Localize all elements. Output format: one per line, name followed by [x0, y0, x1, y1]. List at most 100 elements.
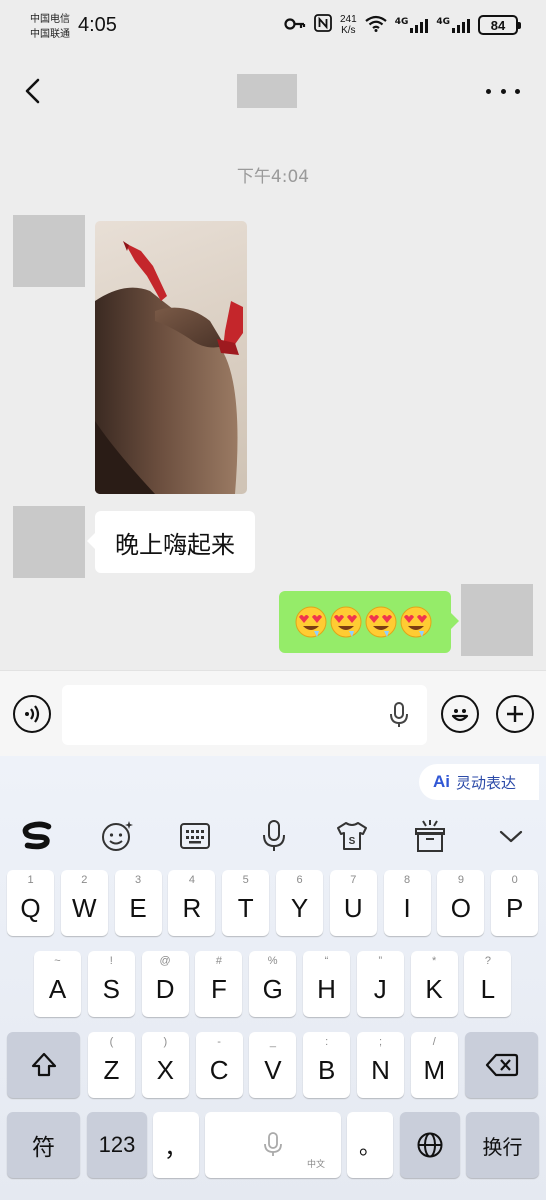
enter-key[interactable]: 换行 [466, 1112, 539, 1178]
key-hint: ” [378, 955, 383, 967]
key-l[interactable]: ? L [464, 951, 512, 1017]
numbers-key[interactable]: 123 [87, 1112, 147, 1178]
key-hint: - [217, 1036, 221, 1048]
key-v[interactable]: _ V [249, 1032, 297, 1098]
key-c[interactable]: -C [195, 1032, 243, 1098]
more-options-button[interactable] [486, 80, 520, 102]
key-label: W [72, 892, 97, 923]
voice-mode-icon [25, 705, 40, 723]
tshirt-skin-icon[interactable]: S [334, 818, 370, 854]
ai-chip-label: 灵动表达 [456, 773, 517, 792]
key-label: P [506, 892, 524, 923]
key-g[interactable]: % G [249, 951, 297, 1017]
key-a[interactable]: ~ A [34, 951, 81, 1017]
key-r[interactable]: 4R [168, 870, 216, 936]
key-hint: 1 [27, 874, 34, 886]
key-s[interactable]: ! S [87, 951, 135, 1017]
status-icons: 241 K/s 4G 4G 84 [284, 14, 521, 36]
key-w[interactable]: 2W [60, 870, 108, 936]
voice-input-button[interactable] [388, 701, 410, 729]
globe-icon [417, 1132, 443, 1158]
key-b[interactable]: :B [303, 1032, 351, 1098]
key-x[interactable]: ) X [141, 1032, 189, 1098]
period-key[interactable]: 。 [347, 1112, 393, 1178]
key-i[interactable]: 8I [383, 870, 431, 936]
key-u[interactable]: 7U [329, 870, 377, 936]
key-label: N [371, 1054, 390, 1085]
key-label: I [403, 892, 411, 923]
voice-mode-button[interactable] [13, 695, 51, 733]
emoji-icon [451, 709, 469, 722]
back-button[interactable] [18, 72, 52, 110]
wifi-icon [365, 15, 387, 36]
key-label: K [425, 973, 443, 1004]
ai-logo-icon: Ai [433, 772, 450, 791]
s-logo-icon[interactable] [20, 818, 56, 854]
key-k[interactable]: * K [410, 951, 458, 1017]
backspace-key[interactable] [465, 1032, 538, 1098]
key-hint: 0 [511, 874, 518, 886]
message-list[interactable]: 下午4:04 晚上嗨起来 [0, 128, 546, 670]
key-label: Z [103, 1054, 120, 1085]
message-timestamp: 下午4:04 [236, 167, 310, 187]
key-t[interactable]: 5T [222, 870, 270, 936]
more-horizontal-icon [486, 88, 491, 94]
emoji-sparkle-icon[interactable] [99, 818, 135, 854]
avatar[interactable] [13, 215, 85, 287]
shift-key[interactable] [7, 1032, 80, 1098]
nfc-icon [314, 14, 332, 36]
key-hint: 6 [296, 874, 303, 886]
key-o[interactable]: 9O [437, 870, 485, 936]
avatar[interactable] [13, 506, 85, 578]
key-hint: / [432, 1036, 436, 1048]
key-hint: @ [159, 955, 171, 967]
keyboard-toolbar: S [0, 814, 546, 858]
key-f[interactable]: # F [195, 951, 243, 1017]
key-hint: : [325, 1036, 329, 1048]
key-hint: # [215, 955, 222, 967]
signal-sim1-icon: 4G [395, 17, 429, 33]
incoming-text-message[interactable]: 晚上嗨起来 [87, 511, 255, 573]
key-hint: % [267, 955, 278, 967]
key-j[interactable]: ” J [356, 951, 404, 1017]
key-m[interactable]: / M [410, 1032, 458, 1098]
microphone-icon[interactable] [256, 818, 292, 854]
key-y[interactable]: 6Y [276, 870, 323, 936]
key-hint: “ [324, 955, 329, 967]
key-label: H [317, 973, 336, 1004]
key-label: A [48, 973, 67, 1004]
image-message[interactable] [95, 221, 247, 494]
gift-box-icon[interactable] [412, 818, 448, 854]
ai-expression-button[interactable]: Ai 灵动表达 [419, 764, 539, 800]
emoji-button[interactable] [441, 695, 479, 733]
key-h[interactable]: “H [303, 951, 350, 1017]
key-label: M [423, 1054, 446, 1085]
key-z[interactable]: (Z [88, 1032, 135, 1098]
heart-eyes-emoji-icons [295, 606, 432, 638]
backspace-icon [485, 1053, 518, 1077]
my-avatar[interactable] [461, 584, 533, 656]
key-q[interactable]: 1Q [7, 870, 54, 936]
keyboard-icon[interactable] [177, 818, 213, 854]
space-key[interactable]: 中文 [205, 1112, 341, 1178]
language-switch-key[interactable] [400, 1112, 460, 1178]
key-icon [284, 16, 306, 35]
chevron-left-icon [25, 78, 40, 104]
key-e[interactable]: 3E [114, 870, 162, 936]
outgoing-emoji-message[interactable] [279, 591, 459, 653]
key-label: O [450, 892, 471, 923]
key-label: L [480, 973, 496, 1004]
key-n[interactable]: ; N [357, 1032, 404, 1098]
key-hint: ~ [54, 955, 61, 967]
key-d[interactable]: @ D [141, 951, 189, 1017]
key-hint: * [431, 955, 437, 967]
key-label: F [210, 973, 227, 1004]
message-text-input[interactable] [62, 685, 427, 745]
more-functions-button[interactable] [496, 695, 534, 733]
symbols-key[interactable]: 符 [7, 1112, 80, 1178]
key-p[interactable]: 0P [491, 870, 539, 936]
key-hint: ? [484, 955, 491, 967]
battery-indicator: 84 [478, 15, 521, 35]
chevron-down-icon[interactable] [493, 818, 529, 854]
comma-key[interactable]: ， [153, 1112, 199, 1178]
